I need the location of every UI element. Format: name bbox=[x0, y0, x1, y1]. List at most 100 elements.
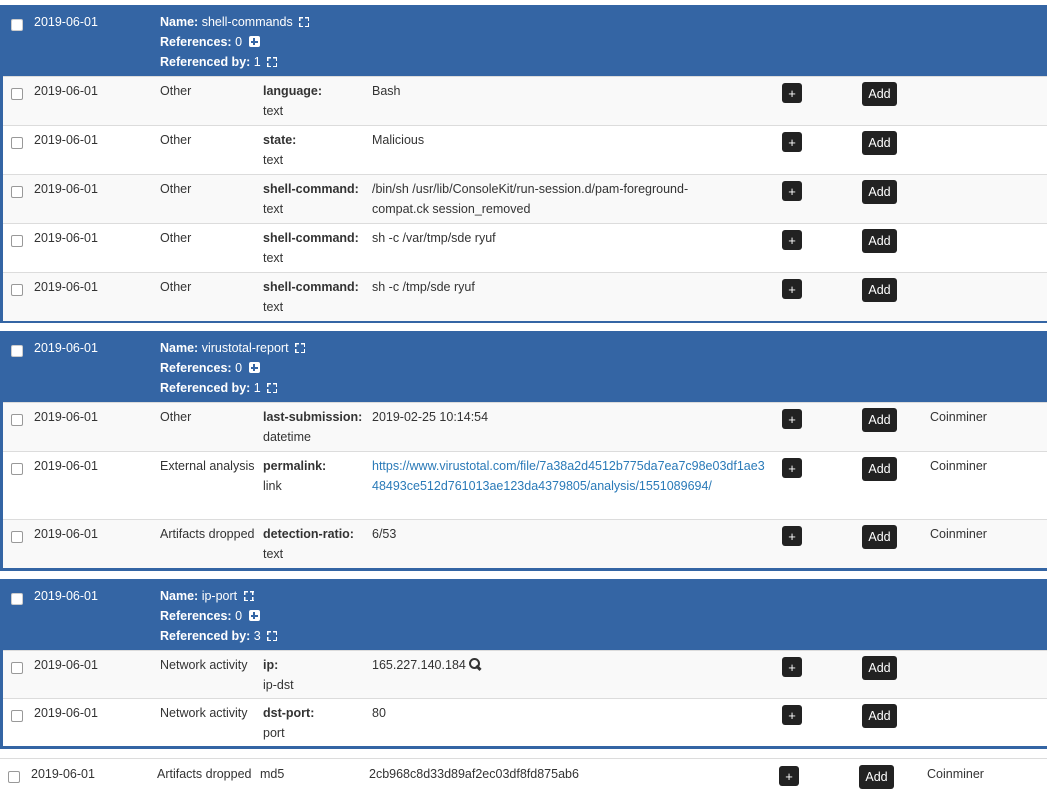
add-button[interactable]: Add bbox=[862, 131, 897, 155]
references-count: 0 bbox=[235, 609, 243, 623]
expand-icon[interactable] bbox=[243, 591, 254, 601]
add-sighting-button[interactable]: + bbox=[782, 705, 802, 725]
attribute-relation: state: bbox=[263, 133, 297, 147]
referenced-by-label: Referenced by: bbox=[160, 629, 251, 643]
add-button[interactable]: Add bbox=[862, 656, 897, 680]
expand-icon[interactable] bbox=[267, 57, 278, 67]
search-icon[interactable] bbox=[468, 658, 481, 670]
standalone-attribute-row: 2019-06-01 Artifacts dropped md5 2cb968c… bbox=[0, 758, 1047, 809]
add-sighting-button[interactable]: + bbox=[779, 766, 799, 786]
expand-icon[interactable] bbox=[267, 383, 278, 393]
attribute-type: text bbox=[263, 153, 284, 167]
expand-icon[interactable] bbox=[267, 631, 278, 641]
referenced-by-line: Referenced by: 1 bbox=[160, 378, 278, 398]
attribute-type: datetime bbox=[263, 430, 311, 444]
object-header: 2019-06-01 Name: ip-port References: 0 R… bbox=[3, 579, 1047, 650]
object-name-line: Name: ip-port bbox=[160, 586, 254, 606]
add-sighting-button[interactable]: + bbox=[782, 279, 802, 299]
attribute-value: sh -c /tmp/sde ryuf bbox=[372, 280, 475, 294]
add-button[interactable]: Add bbox=[862, 525, 897, 549]
object-name: ip-port bbox=[201, 589, 238, 603]
row-checkbox[interactable] bbox=[11, 284, 23, 296]
row-checkbox[interactable] bbox=[8, 771, 20, 783]
add-sighting-button[interactable]: + bbox=[782, 132, 802, 152]
references-label: References: bbox=[160, 35, 232, 49]
add-button[interactable]: Add bbox=[862, 229, 897, 253]
row-checkbox[interactable] bbox=[11, 137, 23, 149]
add-reference-icon[interactable] bbox=[248, 362, 260, 373]
references-line: References: 0 bbox=[160, 358, 260, 378]
expand-icon[interactable] bbox=[299, 17, 310, 27]
attribute-date: 2019-06-01 bbox=[34, 658, 98, 672]
references-count: 0 bbox=[235, 361, 243, 375]
attribute-category: Other bbox=[160, 133, 192, 147]
add-reference-icon[interactable] bbox=[248, 610, 260, 621]
attribute-date: 2019-06-01 bbox=[34, 133, 98, 147]
attribute-date: 2019-06-01 bbox=[34, 527, 98, 541]
row-checkbox[interactable] bbox=[11, 463, 23, 475]
add-button[interactable]: Add bbox=[862, 704, 897, 728]
attribute-category: Network activity bbox=[160, 706, 248, 720]
attribute-type: text bbox=[263, 202, 284, 216]
row-checkbox[interactable] bbox=[11, 531, 23, 543]
attribute-value-wrapper: 165.227.140.184 bbox=[372, 655, 772, 675]
add-sighting-button[interactable]: + bbox=[782, 526, 802, 546]
tag-label[interactable]: Coinminer bbox=[927, 764, 984, 784]
add-sighting-button[interactable]: + bbox=[782, 657, 802, 677]
attribute-row: 2019-06-01 Other language: text Bash + A… bbox=[3, 76, 1047, 125]
attribute-relation: language: bbox=[263, 84, 323, 98]
permalink-link[interactable]: https://www.virustotal.com/file/7a38a2d4… bbox=[372, 456, 770, 496]
references-label: References: bbox=[160, 609, 232, 623]
add-button[interactable]: Add bbox=[862, 408, 897, 432]
referenced-by-line: Referenced by: 1 bbox=[160, 52, 278, 72]
tag-label[interactable]: Coinminer bbox=[930, 456, 987, 476]
row-checkbox[interactable] bbox=[11, 186, 23, 198]
add-sighting-button[interactable]: + bbox=[782, 83, 802, 103]
object-name-line: Name: virustotal-report bbox=[160, 338, 306, 358]
add-reference-icon[interactable] bbox=[248, 36, 260, 47]
add-button[interactable]: Add bbox=[859, 765, 894, 789]
row-checkbox[interactable] bbox=[11, 662, 23, 674]
attribute-date: 2019-06-01 bbox=[31, 767, 95, 781]
attribute-value: 80 bbox=[372, 706, 386, 720]
attribute-relation: detection-ratio: bbox=[263, 527, 354, 541]
referenced-by-line: Referenced by: 3 bbox=[160, 626, 278, 646]
row-checkbox[interactable] bbox=[11, 414, 23, 426]
attribute-type: md5 bbox=[260, 767, 285, 781]
object-checkbox[interactable] bbox=[11, 345, 23, 357]
add-button[interactable]: Add bbox=[862, 82, 897, 106]
attribute-relation: shell-command: bbox=[263, 231, 359, 245]
attribute-type: port bbox=[263, 726, 285, 740]
attribute-relation: shell-command: bbox=[263, 280, 359, 294]
attribute-value: 2019-02-25 10:14:54 bbox=[372, 410, 489, 424]
expand-icon[interactable] bbox=[295, 343, 306, 353]
add-sighting-button[interactable]: + bbox=[782, 458, 802, 478]
attribute-type: text bbox=[263, 251, 284, 265]
attribute-type: text bbox=[263, 547, 284, 561]
attribute-row: 2019-06-01 Network activity dst-port: po… bbox=[3, 698, 1047, 746]
object-checkbox[interactable] bbox=[11, 19, 23, 31]
row-checkbox[interactable] bbox=[11, 235, 23, 247]
references-line: References: 0 bbox=[160, 606, 260, 626]
add-button[interactable]: Add bbox=[862, 457, 897, 481]
tag-label[interactable]: Coinminer bbox=[930, 524, 987, 544]
add-button[interactable]: Add bbox=[862, 180, 897, 204]
add-sighting-button[interactable]: + bbox=[782, 230, 802, 250]
object-name: virustotal-report bbox=[201, 341, 289, 355]
tag-label[interactable]: Coinminer bbox=[930, 407, 987, 427]
referenced-by-count: 1 bbox=[253, 55, 261, 69]
add-sighting-button[interactable]: + bbox=[782, 409, 802, 429]
object-checkbox[interactable] bbox=[11, 593, 23, 605]
add-sighting-button[interactable]: + bbox=[782, 181, 802, 201]
attribute-row: 2019-06-01 Other state: text Malicious +… bbox=[3, 125, 1047, 174]
add-button[interactable]: Add bbox=[862, 278, 897, 302]
attribute-value: Malicious bbox=[372, 133, 425, 147]
row-checkbox[interactable] bbox=[11, 710, 23, 722]
attribute-type: text bbox=[263, 300, 284, 314]
attribute-date: 2019-06-01 bbox=[34, 459, 98, 473]
row-checkbox[interactable] bbox=[11, 88, 23, 100]
attribute-date: 2019-06-01 bbox=[34, 84, 98, 98]
attribute-category: External analysis bbox=[160, 459, 255, 473]
attribute-value: Bash bbox=[372, 84, 401, 98]
name-label: Name: bbox=[160, 341, 199, 355]
